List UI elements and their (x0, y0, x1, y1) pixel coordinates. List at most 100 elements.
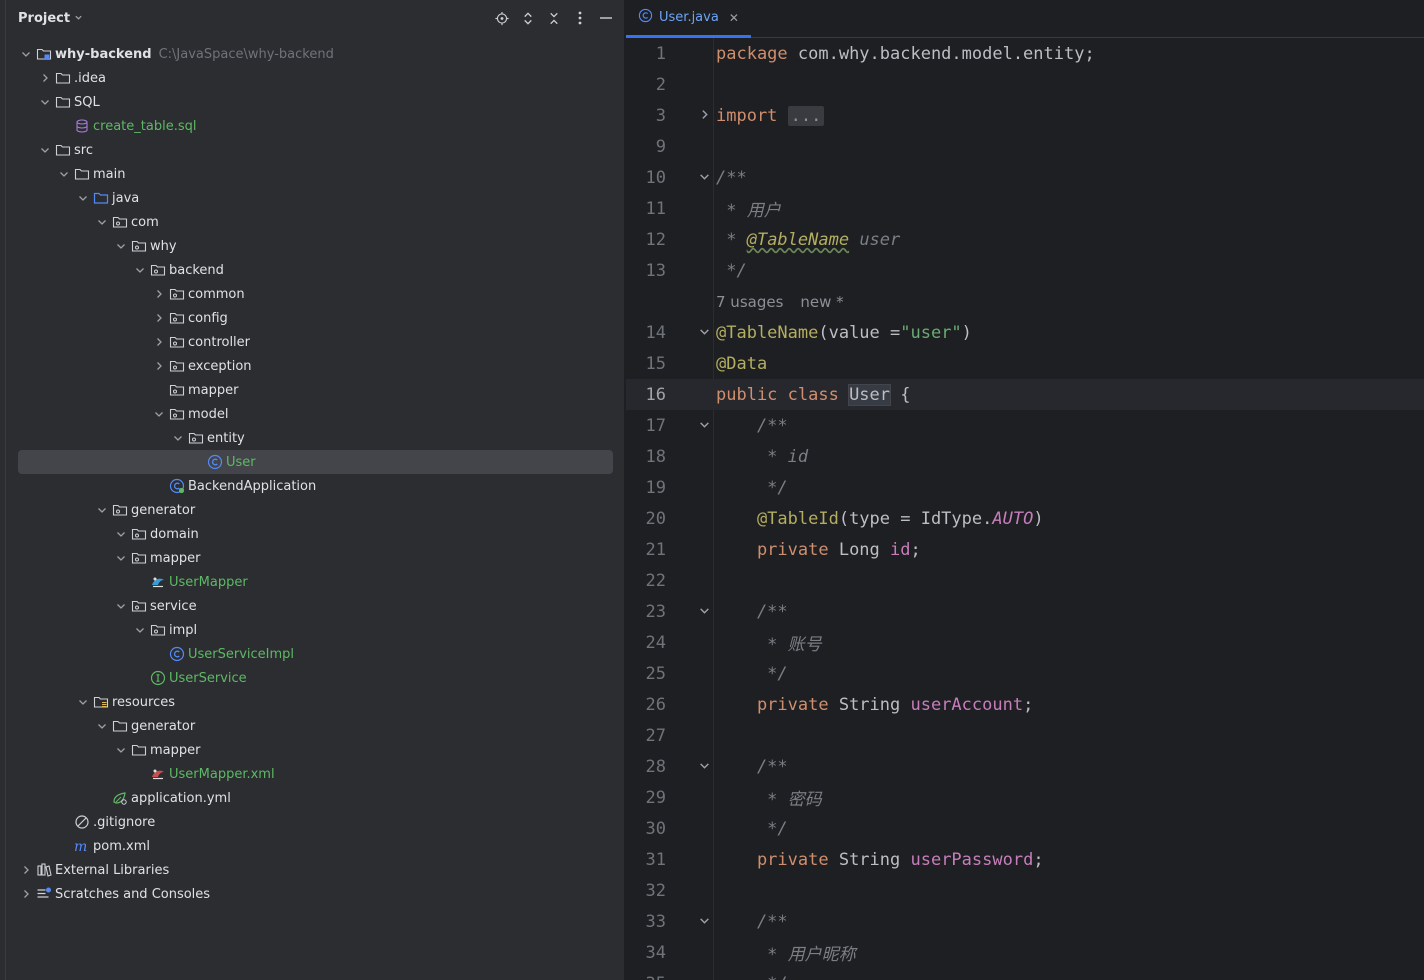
chevron-down-icon[interactable] (113, 238, 129, 254)
code-editor[interactable]: 1 package com.why.backend.model.entity; 2 3… (626, 38, 1424, 980)
code-line[interactable]: 25 */ (626, 658, 1424, 689)
chevron-down-icon[interactable] (113, 526, 129, 542)
tree-item[interactable]: generator (0, 498, 625, 522)
tree-item[interactable]: impl (0, 618, 625, 642)
code-line[interactable]: 3 import ... (626, 100, 1424, 131)
tree-item[interactable]: UserMapper.xml (0, 762, 625, 786)
tree-item[interactable]: m pom.xml (0, 834, 625, 858)
tree-item[interactable]: controller (0, 330, 625, 354)
author-hint[interactable]: new * (800, 293, 843, 311)
tree-item[interactable]: src (0, 138, 625, 162)
code-line[interactable]: 11 * 用户 (626, 193, 1424, 224)
tree-item[interactable]: entity (0, 426, 625, 450)
chevron-down-icon[interactable] (113, 550, 129, 566)
tree-item[interactable]: .gitignore (0, 810, 625, 834)
fold-expand-icon[interactable] (696, 109, 712, 123)
code-line[interactable]: 19 */ (626, 472, 1424, 503)
inlay-hint-row[interactable]: 7 usages new * (626, 286, 1424, 317)
code-line[interactable]: 14 @TableName(value ="user") (626, 317, 1424, 348)
code-line[interactable]: 24 * 账号 (626, 627, 1424, 658)
tree-item[interactable]: create_table.sql (0, 114, 625, 138)
tree-item[interactable]: mapper (0, 378, 625, 402)
code-line[interactable]: 12 * @TableName user (626, 224, 1424, 255)
tree-item[interactable]: model (0, 402, 625, 426)
tree-item[interactable]: External Libraries (0, 858, 625, 882)
chevron-down-icon[interactable] (56, 166, 72, 182)
tree-item[interactable]: resources (0, 690, 625, 714)
chevron-down-icon[interactable] (75, 190, 91, 206)
tree-item[interactable]: UserMapper (0, 570, 625, 594)
code-line[interactable]: 28 /** (626, 751, 1424, 782)
chevron-down-icon[interactable] (113, 742, 129, 758)
fold-collapse-icon[interactable] (696, 760, 712, 774)
code-line[interactable]: 1 package com.why.backend.model.entity; (626, 38, 1424, 69)
folded-imports[interactable]: ... (787, 105, 825, 126)
expand-all-icon[interactable] (521, 10, 535, 26)
code-line[interactable]: 23 /** (626, 596, 1424, 627)
fold-collapse-icon[interactable] (696, 419, 712, 433)
tree-item[interactable]: BackendApplication (0, 474, 625, 498)
tree-item[interactable]: why-backend C:\JavaSpace\why-backend (0, 42, 625, 66)
tree-item[interactable]: exception (0, 354, 625, 378)
tree-item[interactable]: .idea (0, 66, 625, 90)
code-line[interactable]: 33 /** (626, 906, 1424, 937)
tree-item[interactable]: java (0, 186, 625, 210)
chevron-down-icon[interactable] (94, 214, 110, 230)
code-line[interactable]: 35 */ (626, 968, 1424, 980)
tree-item[interactable]: mapper (0, 546, 625, 570)
code-line[interactable]: 31 private String userPassword; (626, 844, 1424, 875)
tree-item[interactable]: generator (0, 714, 625, 738)
code-line[interactable]: 21 private Long id; (626, 534, 1424, 565)
code-line[interactable]: 20 @TableId(type = IdType.AUTO) (626, 503, 1424, 534)
tree-item[interactable]: main (0, 162, 625, 186)
chevron-down-icon[interactable] (132, 262, 148, 278)
tab-user-java[interactable]: User.java ✕ (626, 0, 751, 38)
close-icon[interactable]: ✕ (729, 11, 739, 25)
collapse-all-icon[interactable] (547, 10, 561, 26)
tree-item[interactable]: config (0, 306, 625, 330)
chevron-down-icon[interactable] (18, 46, 34, 62)
code-line[interactable]: 30 */ (626, 813, 1424, 844)
tree-item[interactable]: UserServiceImpl (0, 642, 625, 666)
chevron-down-icon[interactable] (37, 142, 53, 158)
chevron-down-icon[interactable] (94, 718, 110, 734)
code-line[interactable]: 17 /** (626, 410, 1424, 441)
tree-item[interactable]: why (0, 234, 625, 258)
chevron-down-icon[interactable] (75, 694, 91, 710)
code-line[interactable]: 18 * id (626, 441, 1424, 472)
project-view-selector[interactable]: Project (18, 11, 83, 26)
fold-collapse-icon[interactable] (696, 605, 712, 619)
chevron-down-icon[interactable] (94, 502, 110, 518)
chevron-down-icon[interactable] (113, 598, 129, 614)
tree-item[interactable]: com (0, 210, 625, 234)
tree-item[interactable]: common (0, 282, 625, 306)
code-line[interactable]: 10 /** (626, 162, 1424, 193)
locate-file-icon[interactable] (495, 10, 509, 26)
tree-item[interactable]: application.yml (0, 786, 625, 810)
code-line[interactable]: 15 @Data (626, 348, 1424, 379)
chevron-right-icon[interactable] (18, 886, 34, 902)
fold-collapse-icon[interactable] (696, 326, 712, 340)
chevron-right-icon[interactable] (18, 862, 34, 878)
tree-item[interactable]: SQL (0, 90, 625, 114)
hide-panel-icon[interactable] (599, 10, 613, 26)
fold-collapse-icon[interactable] (696, 915, 712, 929)
code-line[interactable]: 22 (626, 565, 1424, 596)
code-line[interactable]: 9 (626, 131, 1424, 162)
tree-item[interactable]: Scratches and Consoles (0, 882, 625, 906)
chevron-right-icon[interactable] (151, 358, 167, 374)
code-line[interactable]: 27 (626, 720, 1424, 751)
code-line[interactable]: 34 * 用户昵称 (626, 937, 1424, 968)
tree-item[interactable]: UserService (0, 666, 625, 690)
tree-item[interactable]: domain (0, 522, 625, 546)
chevron-right-icon[interactable] (37, 70, 53, 86)
chevron-down-icon[interactable] (37, 94, 53, 110)
chevron-right-icon[interactable] (151, 334, 167, 350)
code-line[interactable]: 26 private String userAccount; (626, 689, 1424, 720)
usages-hint[interactable]: 7 usages (716, 293, 783, 311)
chevron-down-icon[interactable] (151, 406, 167, 422)
code-line[interactable]: 13 */ (626, 255, 1424, 286)
tree-item[interactable]: User (0, 450, 625, 474)
fold-collapse-icon[interactable] (696, 171, 712, 185)
chevron-right-icon[interactable] (151, 310, 167, 326)
